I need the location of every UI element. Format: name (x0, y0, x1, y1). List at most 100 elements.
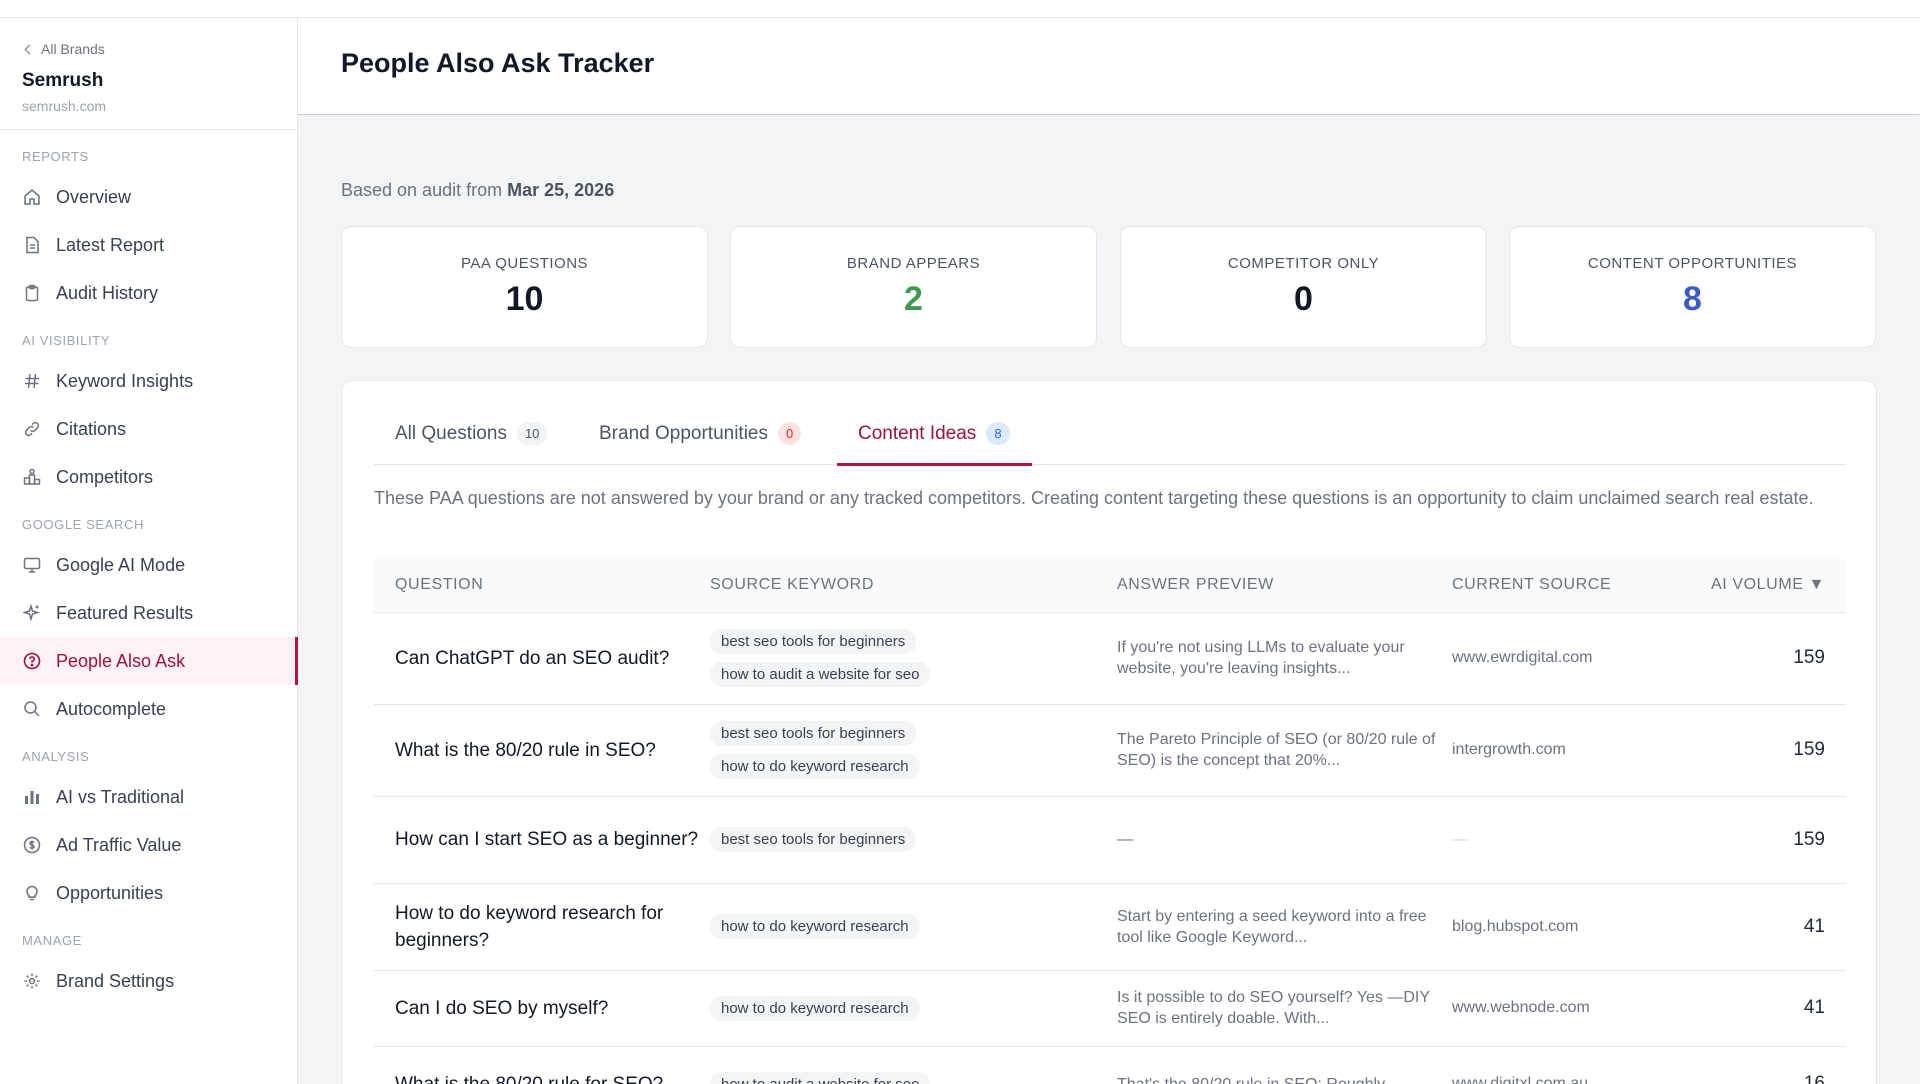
sparkle-icon (22, 603, 42, 623)
sidebar-item-overview[interactable]: Overview (0, 173, 297, 221)
answer-preview-cell: Start by entering a seed keyword into a … (1117, 883, 1452, 971)
stat-card-competitor-only: COMPETITOR ONLY 0 (1120, 226, 1487, 348)
answer-preview-cell: Is it possible to do SEO yourself? Yes —… (1117, 970, 1452, 1047)
question-cell: Can I do SEO by myself? (374, 970, 710, 1047)
current-source-cell[interactable]: www.webnode.com (1452, 970, 1672, 1047)
brand-name: Semrush (22, 70, 104, 91)
tab-count-badge: 8 (986, 422, 1010, 445)
table-row[interactable]: Can ChatGPT do an SEO audit? best seo to… (374, 612, 1846, 705)
sidebar-item-citations[interactable]: Citations (0, 405, 297, 453)
window-top-bar (0, 0, 1920, 18)
sidebar-item-opportunities[interactable]: Opportunities (0, 869, 297, 917)
ai-volume-cell: 159 (1672, 796, 1846, 884)
question-cell: Can ChatGPT do an SEO audit? (374, 612, 710, 705)
sidebar-item-ai-vs-traditional[interactable]: AI vs Traditional (0, 773, 297, 821)
stat-value: 10 (505, 280, 544, 318)
sidebar-item-label: People Also Ask (56, 650, 186, 671)
tab-label: All Questions (395, 423, 507, 444)
keyword-cell: how to do keyword research (710, 970, 1117, 1047)
tab-bar: All Questions 10 Brand Opportunities 0 C… (374, 422, 1846, 466)
paa-table: QUESTION SOURCE KEYWORD ANSWER PREVIEW C… (374, 559, 1846, 1084)
keyword-chip[interactable]: how to audit a website for seo (710, 662, 931, 687)
table-row[interactable]: How to do keyword research for beginners… (374, 883, 1846, 971)
table-row[interactable]: How can I start SEO as a beginner? best … (374, 796, 1846, 884)
sidebar-item-label: Google AI Mode (56, 554, 186, 575)
answer-preview-cell: The Pareto Principle of SEO (or 80/20 ru… (1117, 704, 1452, 797)
sidebar-item-google-ai-mode[interactable]: Google AI Mode (0, 541, 297, 589)
sidebar-item-people-also-ask[interactable]: People Also Ask (0, 637, 298, 685)
current-source-cell[interactable]: blog.hubspot.com (1452, 883, 1672, 971)
sidebar-item-competitors[interactable]: Competitors (0, 453, 297, 501)
tab-content-ideas[interactable]: Content Ideas 8 (837, 422, 1032, 466)
tab-label: Brand Opportunities (599, 423, 768, 444)
sidebar-item-ad-traffic-value[interactable]: Ad Traffic Value (0, 821, 297, 869)
all-brands-link[interactable]: All Brands (22, 40, 297, 58)
tab-all-questions[interactable]: All Questions 10 (395, 422, 548, 465)
home-icon (22, 187, 42, 207)
stat-value: 0 (1294, 280, 1313, 318)
question-cell: What is the 80/20 rule in SEO? (374, 704, 710, 797)
keyword-chip[interactable]: how to audit a website for seo (710, 1071, 931, 1084)
keyword-cell: best seo tools for beginners how to audi… (710, 612, 1117, 705)
current-source-cell: — (1452, 796, 1672, 884)
ai-volume-cell: 41 (1672, 883, 1846, 971)
paa-panel: All Questions 10 Brand Opportunities 0 C… (341, 380, 1877, 1084)
tab-brand-opportunities[interactable]: Brand Opportunities 0 (599, 422, 802, 465)
stat-label: BRAND APPEARS (846, 255, 981, 272)
all-brands-label: All Brands (41, 41, 105, 57)
bar-chart-icon (22, 787, 42, 807)
column-header-question[interactable]: QUESTION (374, 559, 710, 613)
sidebar-item-featured-results[interactable]: Featured Results (0, 589, 297, 637)
table-row[interactable]: What is the 80/20 rule in SEO? best seo … (374, 704, 1846, 797)
nav-section-manage: MANAGE (22, 933, 82, 948)
sidebar-item-label: Opportunities (56, 882, 164, 903)
sidebar-item-label: AI vs Traditional (56, 786, 185, 807)
keyword-chip[interactable]: how to do keyword research (710, 754, 920, 779)
search-icon (22, 699, 42, 719)
current-source-cell[interactable]: www.ewrdigital.com (1452, 612, 1672, 705)
ai-volume-cell: 16 (1672, 1046, 1846, 1084)
column-header-ai-volume[interactable]: AI VOLUME ▼ (1672, 559, 1846, 613)
question-cell: What is the 80/20 rule for SEO? (374, 1046, 710, 1084)
sidebar: All Brands Semrush semrush.com REPORTS O… (0, 18, 298, 1084)
table-row[interactable]: What is the 80/20 rule for SEO? how to a… (374, 1046, 1846, 1084)
keyword-chip[interactable]: how to do keyword research (710, 914, 920, 939)
lightbulb-icon (22, 883, 42, 903)
sidebar-item-label: Citations (56, 418, 127, 439)
keyword-cell: how to do keyword research (710, 883, 1117, 971)
sidebar-item-label: Featured Results (56, 602, 194, 623)
sidebar-item-audit-history[interactable]: Audit History (0, 269, 297, 317)
sidebar-item-label: Ad Traffic Value (56, 834, 182, 855)
sidebar-item-keyword-insights[interactable]: Keyword Insights (0, 357, 297, 405)
table-row[interactable]: Can I do SEO by myself? how to do keywor… (374, 970, 1846, 1047)
audit-prefix: Based on audit from (341, 180, 503, 200)
gear-icon (22, 971, 42, 991)
sidebar-item-latest-report[interactable]: Latest Report (0, 221, 297, 269)
hash-icon (22, 371, 42, 391)
keyword-chip[interactable]: best seo tools for beginners (710, 629, 917, 654)
dollar-circle-icon (22, 835, 42, 855)
keyword-chip[interactable]: best seo tools for beginners (710, 721, 917, 746)
column-header-source-keyword[interactable]: SOURCE KEYWORD (710, 559, 1117, 613)
sidebar-item-autocomplete[interactable]: Autocomplete (0, 685, 297, 733)
sidebar-item-label: Brand Settings (56, 970, 175, 991)
tab-label: Content Ideas (858, 423, 977, 444)
current-source-cell[interactable]: www.digitxl.com.au (1452, 1046, 1672, 1084)
stat-card-content-opportunities: CONTENT OPPORTUNITIES 8 (1509, 226, 1876, 348)
column-header-answer-preview[interactable]: ANSWER PREVIEW (1117, 559, 1452, 613)
ai-volume-cell: 159 (1672, 704, 1846, 797)
keyword-chip[interactable]: how to do keyword research (710, 995, 920, 1021)
answer-preview-cell: — (1117, 796, 1452, 884)
sidebar-item-label: Overview (56, 186, 132, 207)
sidebar-item-label: Competitors (56, 466, 154, 487)
ai-volume-cell: 41 (1672, 970, 1846, 1047)
column-header-current-source[interactable]: CURRENT SOURCE (1452, 559, 1672, 613)
keyword-chip[interactable]: best seo tools for beginners (710, 827, 917, 852)
page-title: People Also Ask Tracker (341, 48, 655, 78)
audit-info: Based on audit from Mar 25, 2026 (341, 180, 614, 201)
link-icon (22, 419, 42, 439)
document-icon (22, 235, 42, 255)
page-header: People Also Ask Tracker (298, 18, 1920, 115)
sidebar-item-brand-settings[interactable]: Brand Settings (0, 957, 297, 1005)
current-source-cell[interactable]: intergrowth.com (1452, 704, 1672, 797)
